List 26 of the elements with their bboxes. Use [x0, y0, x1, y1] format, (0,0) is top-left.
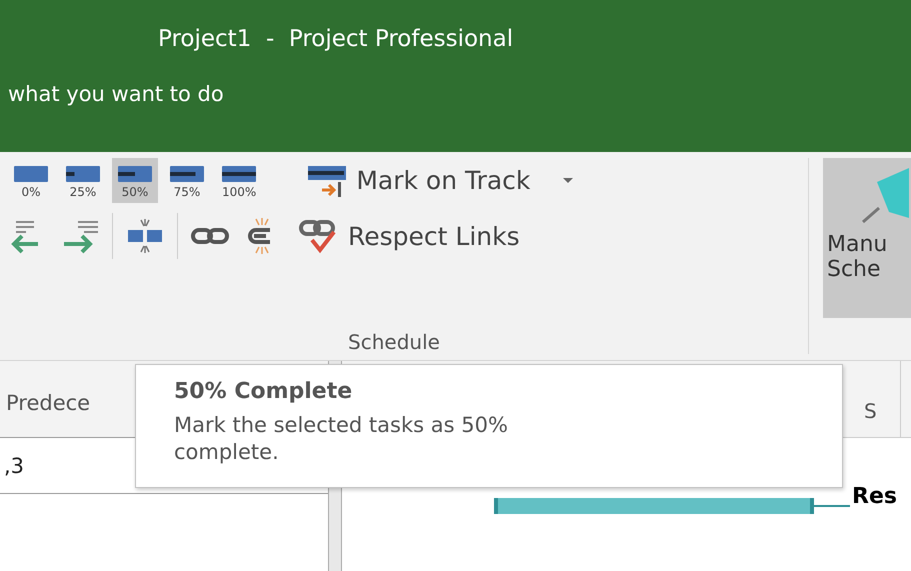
percent-complete-button[interactable]: 0%	[8, 158, 54, 203]
split-task-icon[interactable]	[125, 216, 165, 256]
progress-bar-icon	[222, 166, 256, 182]
progress-bar-icon	[14, 166, 48, 182]
percent-complete-button[interactable]: 25%	[60, 158, 106, 203]
table-cell-text: ,3	[3, 454, 24, 478]
column-header[interactable]: Predece	[0, 383, 96, 415]
mark-on-track-icon	[308, 164, 346, 198]
tooltip-title: 50% Complete	[174, 379, 354, 404]
window-title: Project1 - Project Professional	[158, 26, 514, 52]
link-check-icon	[298, 218, 338, 254]
percent-complete-button[interactable]: 100%	[216, 158, 262, 203]
respect-links-button[interactable]: Respect Links	[294, 214, 524, 258]
group-label: Schedule	[347, 330, 441, 354]
task-label: Res	[852, 484, 897, 508]
manual-schedule-button[interactable]: Manu Sche	[823, 158, 911, 318]
percent-complete-button[interactable]: 75%	[164, 158, 210, 203]
progress-bar-icon	[170, 166, 204, 182]
progress-bar-icon	[66, 166, 100, 182]
mark-on-track-button[interactable]: Mark on Track	[304, 160, 534, 202]
tell-me-field[interactable]: what you want to do	[8, 82, 508, 106]
tooltip-text: Mark the selected tasks as 50% complete.	[174, 412, 509, 466]
caret-icon[interactable]	[562, 176, 574, 184]
progress-bar-icon	[118, 166, 152, 182]
timescale-header: S	[852, 361, 901, 437]
percent-complete-button[interactable]: 50%	[112, 158, 158, 203]
